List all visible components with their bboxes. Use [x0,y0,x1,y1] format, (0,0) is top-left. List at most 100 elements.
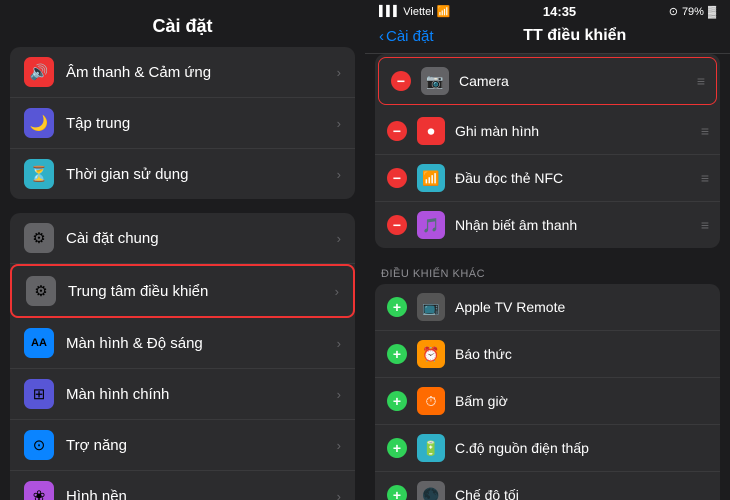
left-group-2: ⚙ Cài đặt chung › ⚙ Trung tâm điều khiển… [10,213,355,500]
chevron-right-icon: › [337,438,341,453]
app-icon: ⏰ [417,340,445,368]
active-control-item[interactable]: − ⏺ Ghi màn hình ≡ [375,108,720,155]
left-list-item[interactable]: 🌙 Tập trung › [10,98,355,149]
left-item-icon: ⚙ [26,276,56,306]
left-item-icon: 🌙 [24,108,54,138]
app-icon: 🔋 [417,434,445,462]
other-control-item[interactable]: + 🌑 Chế độ tối [375,472,720,500]
left-list-item[interactable]: ⏳ Thời gian sử dụng › [10,149,355,199]
right-header: ‹ Cài đặt TT điều khiển [365,19,730,54]
left-item-label: Cài đặt chung [66,230,337,247]
carrier-label: Viettel [403,6,433,18]
location-icon: ⊙ [669,5,678,18]
left-list-item[interactable]: 🔊 Âm thanh & Cảm ứng › [10,47,355,98]
add-button[interactable]: + [387,297,407,317]
left-item-icon: AA [24,328,54,358]
chevron-right-icon: › [337,116,341,131]
back-chevron-icon: ‹ [379,28,384,45]
left-item-label: Âm thanh & Cảm ứng [66,64,337,81]
left-item-label: Trợ năng [66,437,337,454]
add-button[interactable]: + [387,485,407,500]
left-item-icon: 🔊 [24,57,54,87]
active-control-item[interactable]: − 📷 Camera ≡ [378,57,717,105]
left-item-icon: ⊞ [24,379,54,409]
app-icon: 🌑 [417,481,445,500]
drag-handle-icon[interactable]: ≡ [697,73,704,89]
control-item-label: Báo thức [455,346,708,362]
control-item-label: Apple TV Remote [455,299,708,315]
control-item-label: Đầu đọc thẻ NFC [455,170,701,186]
wifi-icon: 📶 [437,5,451,18]
left-group-1: 🔊 Âm thanh & Cảm ứng › 🌙 Tập trung › ⏳ T… [10,47,355,199]
drag-handle-icon[interactable]: ≡ [701,123,708,139]
status-left: ▌▌▌ Viettel 📶 [379,5,450,18]
other-control-item[interactable]: + ⏰ Báo thức [375,331,720,378]
left-list-item[interactable]: ❀ Hình nền › [10,471,355,500]
chevron-right-icon: › [337,65,341,80]
left-list-item[interactable]: ⚙ Cài đặt chung › [10,213,355,264]
back-label: Cài đặt [386,28,434,45]
control-item-label: Ghi màn hình [455,123,701,139]
app-icon: 📺 [417,293,445,321]
back-button[interactable]: ‹ Cài đặt [379,28,434,45]
app-icon: ⏱ [417,387,445,415]
remove-button[interactable]: − [387,168,407,188]
app-icon: ⏺ [417,117,445,145]
left-list-item[interactable]: ⊞ Màn hình chính › [10,369,355,420]
control-item-label: Nhận biết âm thanh [455,217,701,233]
active-controls-group: − 📷 Camera ≡ − ⏺ Ghi màn hình ≡ − 📶 Đầu … [375,54,720,248]
control-item-label: Camera [459,73,697,89]
left-list-item[interactable]: AA Màn hình & Độ sáng › [10,318,355,369]
left-item-label: Tập trung [66,115,337,132]
left-panel: Cài đặt 🔊 Âm thanh & Cảm ứng › 🌙 Tập tru… [0,0,365,500]
app-icon: 🎵 [417,211,445,239]
other-control-item[interactable]: + ⏱ Bấm giờ [375,378,720,425]
left-item-icon: ❀ [24,481,54,500]
chevron-right-icon: › [337,489,341,500]
status-right: ⊙ 79% ▓ [669,5,716,18]
other-control-item[interactable]: + 📺 Apple TV Remote [375,284,720,331]
chevron-right-icon: › [337,387,341,402]
left-item-icon: ⏳ [24,159,54,189]
left-item-label: Hình nền [66,488,337,500]
other-section-label: ĐIỀU KHIỂN KHÁC [375,258,720,284]
other-controls-group: + 📺 Apple TV Remote + ⏰ Báo thức + ⏱ Bấm… [375,284,720,500]
status-bar: ▌▌▌ Viettel 📶 14:35 ⊙ 79% ▓ [365,0,730,19]
add-button[interactable]: + [387,344,407,364]
drag-handle-icon[interactable]: ≡ [701,170,708,186]
time-label: 14:35 [543,4,576,19]
drag-handle-icon[interactable]: ≡ [701,217,708,233]
battery-pct: 79% [682,6,704,18]
chevron-right-icon: › [335,284,339,299]
add-button[interactable]: + [387,438,407,458]
left-item-icon: ⚙ [24,223,54,253]
battery-icon: ▓ [708,6,716,18]
chevron-right-icon: › [337,231,341,246]
right-title: TT điều khiển [434,27,716,45]
active-control-item[interactable]: − 📶 Đầu đọc thẻ NFC ≡ [375,155,720,202]
left-header: Cài đặt [0,0,365,47]
remove-button[interactable]: − [387,121,407,141]
other-control-item[interactable]: + 🔋 C.độ nguồn điện thấp [375,425,720,472]
remove-button[interactable]: − [387,215,407,235]
app-icon: 📷 [421,67,449,95]
chevron-right-icon: › [337,336,341,351]
active-control-item[interactable]: − 🎵 Nhận biết âm thanh ≡ [375,202,720,248]
left-item-label: Thời gian sử dụng [66,166,337,183]
control-item-label: C.độ nguồn điện thấp [455,440,708,456]
right-panel: ▌▌▌ Viettel 📶 14:35 ⊙ 79% ▓ ‹ Cài đặt TT… [365,0,730,500]
left-item-label: Màn hình & Độ sáng [66,335,337,352]
left-list-item[interactable]: ⚙ Trung tâm điều khiển › [10,264,355,318]
left-list: 🔊 Âm thanh & Cảm ứng › 🌙 Tập trung › ⏳ T… [0,47,365,500]
chevron-right-icon: › [337,167,341,182]
left-item-icon: ⊙ [24,430,54,460]
control-item-label: Chế độ tối [455,487,708,500]
add-button[interactable]: + [387,391,407,411]
app-icon: 📶 [417,164,445,192]
right-list: − 📷 Camera ≡ − ⏺ Ghi màn hình ≡ − 📶 Đầu … [365,54,730,500]
left-list-item[interactable]: ⊙ Trợ năng › [10,420,355,471]
remove-button[interactable]: − [391,71,411,91]
left-title: Cài đặt [152,16,212,36]
left-item-label: Trung tâm điều khiển [68,283,335,300]
signal-icon: ▌▌▌ [379,6,400,17]
